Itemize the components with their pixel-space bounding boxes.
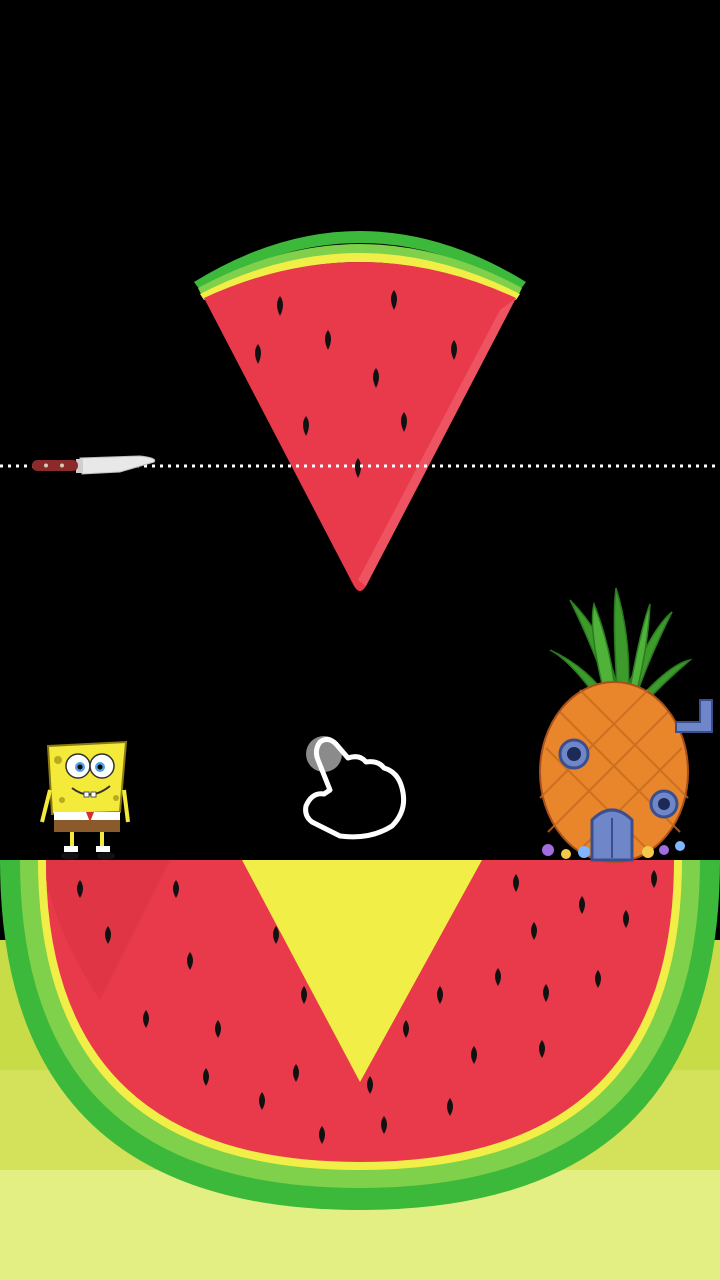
- knife-handle: [32, 460, 78, 471]
- top-melon-wedge[interactable]: [194, 231, 526, 591]
- bottom-melon-half[interactable]: [0, 860, 720, 1210]
- sponge-body: [46, 740, 128, 816]
- knife-icon[interactable]: [32, 455, 156, 475]
- top-wedge-flesh: [204, 262, 516, 591]
- game-scene[interactable]: [0, 0, 720, 1280]
- spongebob-character[interactable]: [40, 740, 130, 860]
- pineapple-chimney: [675, 699, 713, 733]
- pineapple-house[interactable]: [539, 587, 713, 863]
- scene-svg: [0, 231, 720, 1210]
- sponge-pants: [54, 820, 120, 832]
- tap-hand-icon[interactable]: [303, 736, 407, 840]
- knife-blade: [79, 455, 156, 475]
